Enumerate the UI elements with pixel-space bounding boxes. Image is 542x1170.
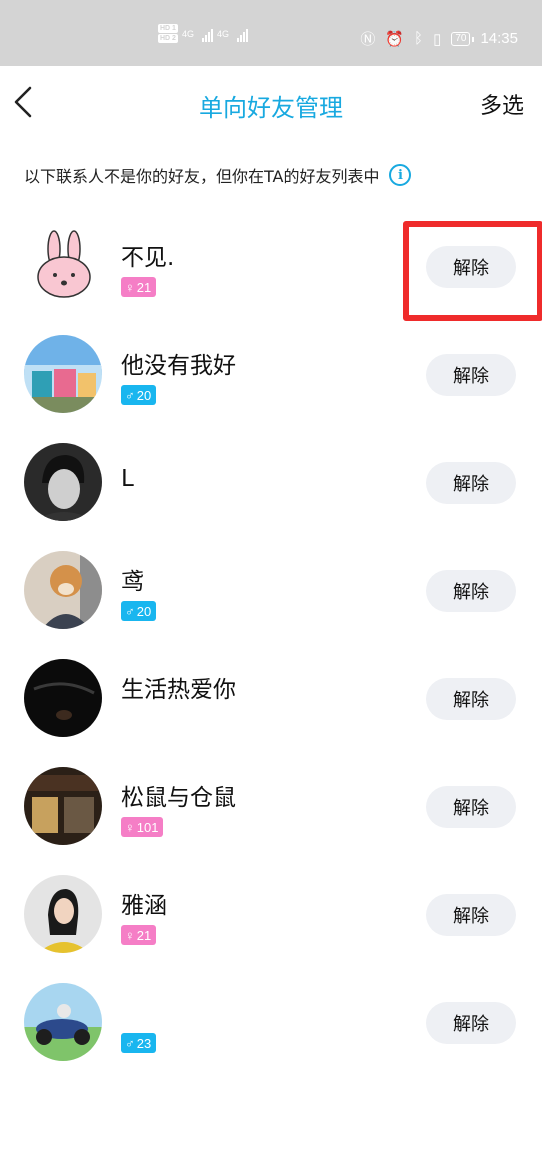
vibrate-icon: ▯ bbox=[433, 30, 442, 48]
remove-button[interactable]: 解除 bbox=[426, 894, 516, 936]
female-icon: ♀ bbox=[125, 819, 135, 835]
list-item: 鸢 ♂ 20 解除 bbox=[0, 536, 542, 644]
list-item: 松鼠与仓鼠 ♀ 101 解除 bbox=[0, 752, 542, 860]
avatar[interactable] bbox=[24, 767, 102, 845]
signal-icon bbox=[236, 26, 248, 42]
gender-age-badge: ♂ 20 bbox=[121, 601, 157, 621]
remove-button[interactable]: 解除 bbox=[426, 246, 516, 288]
male-icon: ♂ bbox=[125, 603, 135, 619]
info-icon[interactable]: i bbox=[389, 164, 412, 186]
status-icons: Ⓝ ⏰ ᛒ ▯ 70 14:35 bbox=[360, 28, 518, 49]
remove-button[interactable]: 解除 bbox=[426, 678, 516, 720]
gender-age-badge: ♂ 20 bbox=[121, 385, 157, 405]
signal-label-2: 4G bbox=[216, 28, 229, 39]
contact-name: 松鼠与仓鼠 bbox=[121, 785, 236, 811]
remove-button[interactable]: 解除 bbox=[426, 462, 516, 504]
female-icon: ♀ bbox=[125, 279, 135, 295]
list-item: ♂ 23 解除 bbox=[0, 968, 542, 1076]
battery-icon: 70 bbox=[451, 31, 475, 46]
list-item: 雅涵 ♀ 21 解除 bbox=[0, 860, 542, 968]
remove-button[interactable]: 解除 bbox=[426, 570, 516, 612]
clock: 14:35 bbox=[480, 30, 518, 47]
avatar[interactable] bbox=[24, 443, 102, 521]
avatar[interactable] bbox=[24, 875, 102, 953]
contact-name: 他没有我好 bbox=[121, 353, 236, 379]
list-item: L 解除 bbox=[0, 428, 542, 536]
remove-button[interactable]: 解除 bbox=[426, 1002, 516, 1044]
contact-name: L bbox=[121, 466, 134, 492]
gender-age-badge: ♀ 21 bbox=[121, 277, 157, 297]
network-indicators: HD 1 HD 2 4G 4G bbox=[158, 24, 248, 43]
female-icon: ♀ bbox=[125, 927, 135, 943]
contact-name: 雅涵 bbox=[121, 893, 167, 919]
notice: 以下联系人不是你的好友，但你在TA的好友列表中 i bbox=[24, 163, 412, 187]
avatar[interactable] bbox=[24, 983, 102, 1061]
alarm-icon: ⏰ bbox=[385, 30, 405, 48]
list-item: 不见. ♀ 21 解除 bbox=[0, 212, 542, 320]
contact-name: 鸢 bbox=[121, 569, 144, 595]
contact-name: 不见. bbox=[121, 245, 175, 271]
avatar[interactable] bbox=[24, 659, 102, 737]
list-item: 生活热爱你 解除 bbox=[0, 644, 542, 752]
hd-icon: HD 1 HD 2 bbox=[158, 24, 178, 43]
remove-button[interactable]: 解除 bbox=[426, 786, 516, 828]
contact-name: 生活热爱你 bbox=[121, 677, 236, 703]
notice-text: 以下联系人不是你的好友，但你在TA的好友列表中 bbox=[24, 167, 380, 186]
gender-age-badge: ♀ 21 bbox=[121, 925, 157, 945]
list-item: 他没有我好 ♂ 20 解除 bbox=[0, 320, 542, 428]
multi-select-button[interactable]: 多选 bbox=[480, 88, 524, 120]
contact-list: 不见. ♀ 21 解除 他没有我好 ♂ 20 解除 L 解除 鸢 ♂ 20 解除… bbox=[0, 212, 542, 1076]
nav-bar: 单向好友管理 多选 bbox=[0, 66, 542, 142]
bluetooth-icon: ᛒ bbox=[414, 30, 424, 47]
signal-label-1: 4G bbox=[181, 28, 194, 39]
remove-button[interactable]: 解除 bbox=[426, 354, 516, 396]
signal-icon bbox=[201, 26, 213, 42]
gender-age-badge: ♀ 101 bbox=[121, 817, 164, 837]
page-title: 单向好友管理 bbox=[199, 94, 343, 122]
avatar[interactable] bbox=[24, 227, 102, 305]
gender-age-badge: ♂ 23 bbox=[121, 1033, 157, 1053]
nfc-icon: Ⓝ bbox=[360, 31, 376, 48]
avatar[interactable] bbox=[24, 551, 102, 629]
male-icon: ♂ bbox=[125, 387, 135, 403]
male-icon: ♂ bbox=[125, 1035, 135, 1051]
status-bar: HD 1 HD 2 4G 4G Ⓝ ⏰ ᛒ ▯ 70 14:35 bbox=[0, 0, 542, 66]
avatar[interactable] bbox=[24, 335, 102, 413]
